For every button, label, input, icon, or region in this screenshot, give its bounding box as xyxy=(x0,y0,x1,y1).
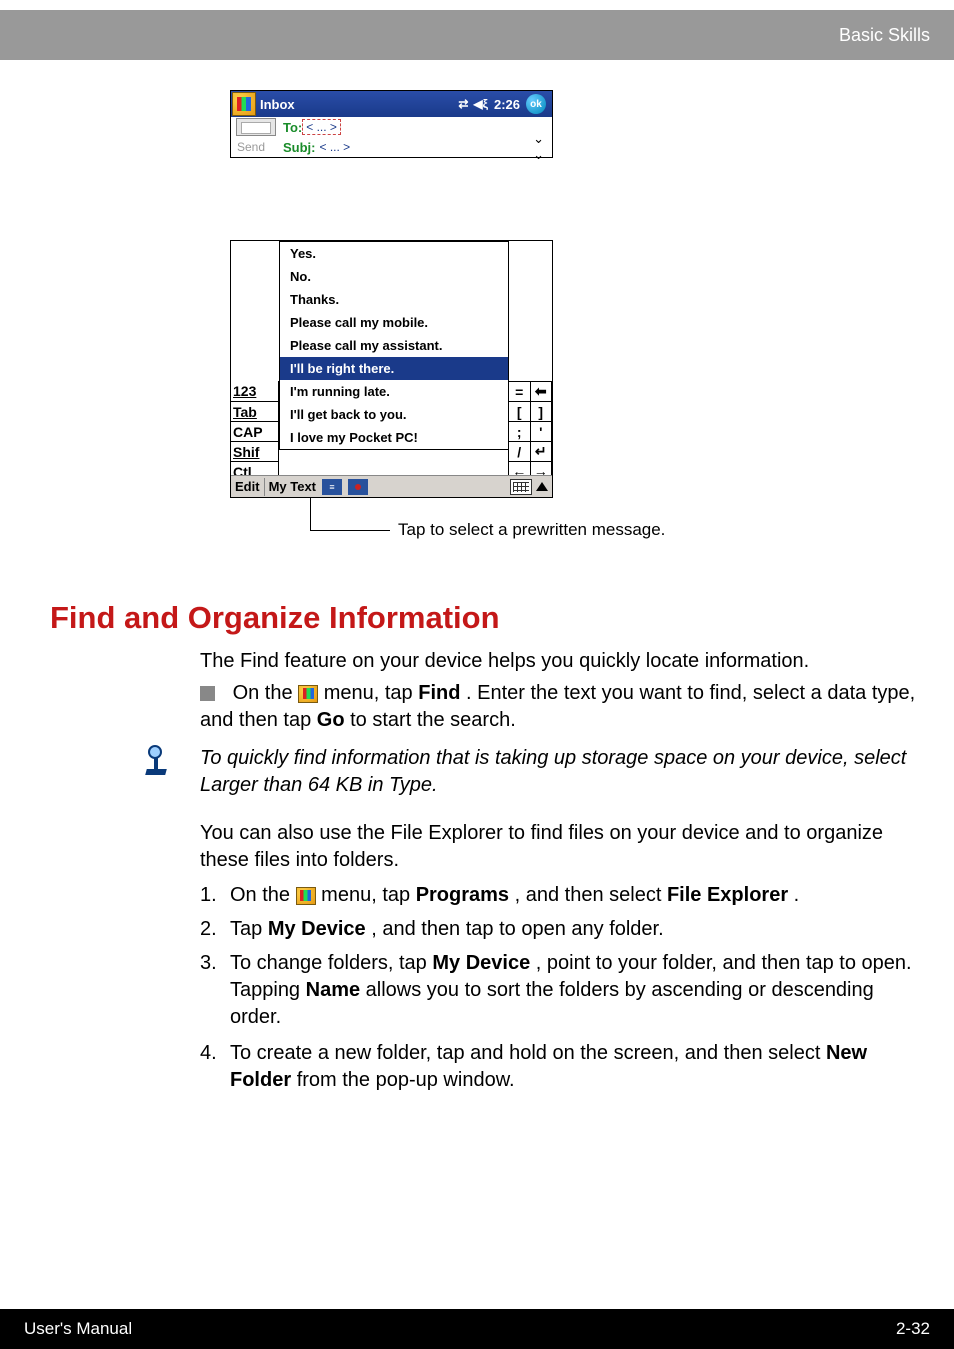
text: Tap xyxy=(230,918,268,940)
ok-button[interactable]: ok xyxy=(526,94,546,114)
mytext-icon[interactable]: ≡ xyxy=(322,479,342,495)
text: . xyxy=(794,884,800,906)
mytext-screenshot: Yes. No. Thanks. Please call my mobile. … xyxy=(230,240,553,498)
page-header-label: Basic Skills xyxy=(839,25,930,46)
titlebar: Inbox ⇄ ◀ξ 2:26 ok xyxy=(231,91,552,117)
start-icon xyxy=(296,887,316,905)
text-bold: My Device xyxy=(268,918,366,940)
text: to start the search. xyxy=(350,709,516,731)
send-button[interactable]: Send xyxy=(234,140,265,154)
key-backspace[interactable]: ⬅ xyxy=(531,381,553,401)
titlebar-status: ⇄ ◀ξ 2:26 ok xyxy=(458,94,552,114)
list-number: 1. xyxy=(200,882,230,909)
callout-text: Tap to select a prewritten message. xyxy=(398,520,665,540)
to-label: To: xyxy=(283,120,302,135)
key-enter[interactable]: ↵ xyxy=(531,441,553,461)
list-item: 2. Tap My Device , and then tap to open … xyxy=(200,916,924,943)
sip-left-keys: 123 Tab CAP Shif Ctl xyxy=(231,381,279,481)
start-icon[interactable] xyxy=(232,92,256,116)
text-bold: Programs xyxy=(416,884,509,906)
key[interactable]: ' xyxy=(531,421,553,441)
window-title: Inbox xyxy=(260,97,458,112)
footer-right: 2-32 xyxy=(896,1319,930,1339)
sip-up-icon[interactable] xyxy=(536,482,548,491)
list-item: 4. To create a new folder, tap and hold … xyxy=(200,1040,924,1094)
text: To create a new folder, tap and hold on … xyxy=(230,1042,826,1064)
key[interactable]: / xyxy=(508,441,531,461)
flag-icon xyxy=(237,97,251,111)
connectivity-icon[interactable]: ⇄ xyxy=(458,97,467,111)
info-icon xyxy=(140,745,182,787)
bullet-item: On the menu, tap Find . Enter the text y… xyxy=(200,680,924,734)
list-item: 1. On the menu, tap Programs , and then … xyxy=(200,882,924,909)
mytext-menu[interactable]: My Text xyxy=(269,479,316,494)
compose-header: To: < ... > Send Subj: < ... > ⌄⌄ xyxy=(231,117,552,157)
page-footer: User's Manual 2-32 xyxy=(0,1309,954,1349)
popup-item[interactable]: I'm running late. xyxy=(280,380,508,403)
expand-chevron-icon[interactable]: ⌄⌄ xyxy=(533,131,544,163)
text-bold: Go xyxy=(317,709,345,731)
text: , and then select xyxy=(515,884,667,906)
text: To change folders, tap xyxy=(230,952,432,974)
text: , and then tap to open any folder. xyxy=(371,918,663,940)
edit-menu[interactable]: Edit xyxy=(231,479,260,494)
text: from the pop-up window. xyxy=(297,1069,515,1091)
volume-icon[interactable]: ◀ξ xyxy=(473,97,488,111)
text-bold: File Explorer xyxy=(667,884,788,906)
record-icon[interactable] xyxy=(348,479,368,495)
list-number: 4. xyxy=(200,1040,230,1094)
list-number: 2. xyxy=(200,916,230,943)
popup-item[interactable]: Yes. xyxy=(280,242,508,265)
list-item: 3. To change folders, tap My Device , po… xyxy=(200,950,924,1031)
separator xyxy=(264,478,265,496)
square-bullet-icon xyxy=(200,686,215,701)
inbox-screenshot: Inbox ⇄ ◀ξ 2:26 ok To: < ... > Send Subj… xyxy=(230,90,553,158)
key[interactable]: [ xyxy=(508,401,531,421)
text-bold: Find xyxy=(418,682,460,704)
key[interactable]: = xyxy=(508,381,531,401)
popup-item-selected[interactable]: I'll be right there. xyxy=(280,357,508,380)
key-tab[interactable]: Tab xyxy=(231,401,279,421)
paragraph: The Find feature on your device helps yo… xyxy=(200,648,924,675)
subj-label: Subj: xyxy=(283,140,316,155)
page-header-band xyxy=(0,10,954,60)
text-bold: Name xyxy=(306,979,360,1001)
key[interactable]: ; xyxy=(508,421,531,441)
text: menu, tap xyxy=(321,884,416,906)
subj-field[interactable]: < ... > xyxy=(320,140,351,154)
text: menu, tap xyxy=(324,682,419,704)
list-number: 3. xyxy=(200,950,230,1031)
key-123[interactable]: 123 xyxy=(231,381,279,401)
text: On the xyxy=(233,682,293,704)
popup-item[interactable]: I'll get back to you. xyxy=(280,403,508,426)
callout-leader xyxy=(310,530,390,531)
to-field[interactable]: < ... > xyxy=(302,119,341,135)
paragraph: You can also use the File Explorer to fi… xyxy=(200,820,924,874)
footer-left: User's Manual xyxy=(24,1319,132,1339)
mytext-popup: Yes. No. Thanks. Please call my mobile. … xyxy=(279,241,509,450)
key[interactable]: ] xyxy=(531,401,553,421)
key-cap[interactable]: CAP xyxy=(231,421,279,441)
section-heading: Find and Organize Information xyxy=(50,600,500,636)
key-shift[interactable]: Shif xyxy=(231,441,279,461)
popup-item[interactable]: Please call my assistant. xyxy=(280,334,508,357)
popup-item[interactable]: Please call my mobile. xyxy=(280,311,508,334)
popup-item[interactable]: Thanks. xyxy=(280,288,508,311)
keyboard-icon[interactable] xyxy=(510,479,532,495)
sip-right-keys: =⬅ [] ;' /↵ ←→ xyxy=(508,381,552,481)
command-bar: Edit My Text ≡ xyxy=(231,475,552,497)
callout-leader xyxy=(310,498,311,530)
popup-item[interactable]: No. xyxy=(280,265,508,288)
accounts-icon[interactable] xyxy=(231,118,279,136)
note-text: To quickly find information that is taki… xyxy=(200,745,924,799)
popup-item[interactable]: I love my Pocket PC! xyxy=(280,426,508,449)
start-icon xyxy=(298,685,318,703)
text-bold: My Device xyxy=(432,952,530,974)
text: On the xyxy=(230,884,290,906)
clock: 2:26 xyxy=(494,97,520,112)
